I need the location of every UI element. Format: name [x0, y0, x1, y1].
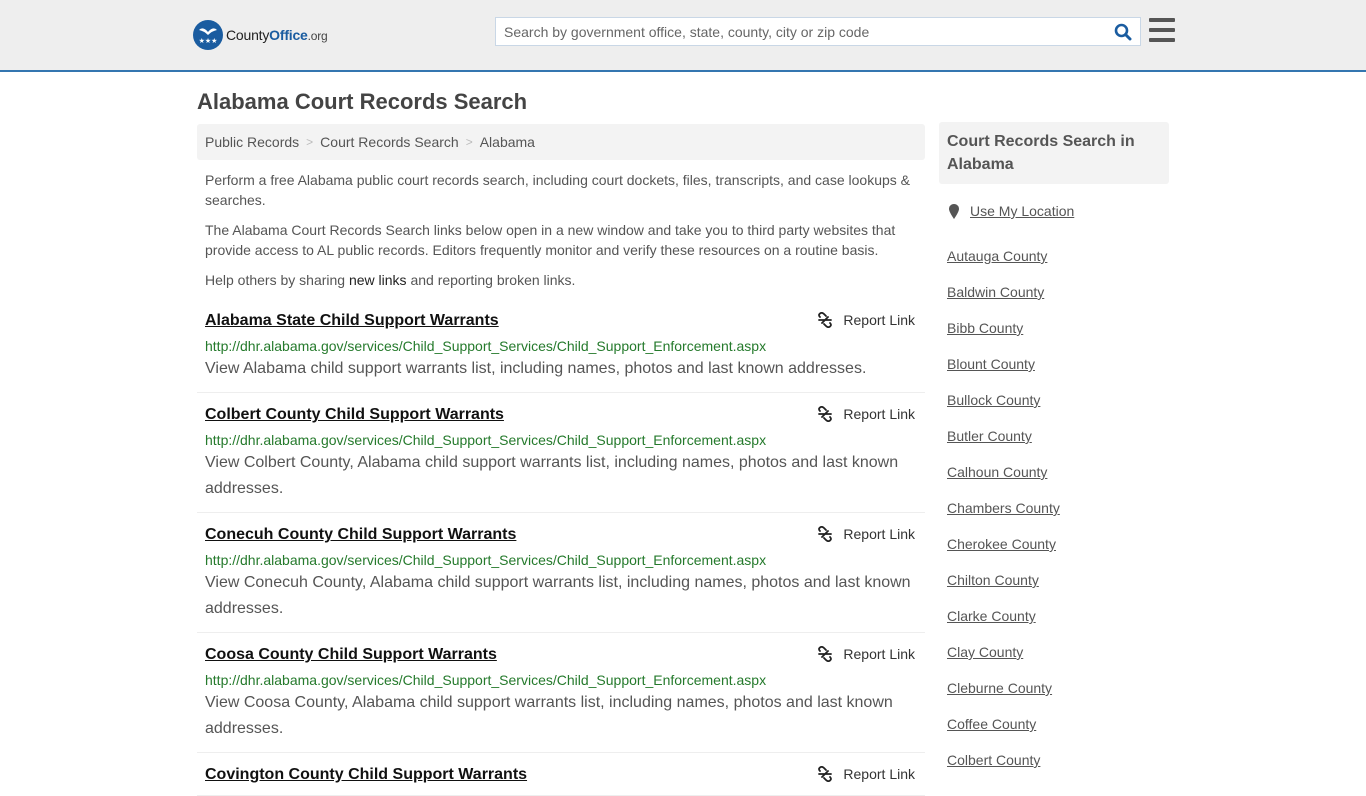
site-logo[interactable]: ★★★ CountyOffice.org: [193, 20, 328, 50]
sidebar-item-county[interactable]: Bullock County: [947, 382, 1161, 418]
help-paragraph: Help others by sharing new links and rep…: [205, 272, 576, 288]
results-list: Alabama State Child Support Warrants Rep…: [197, 307, 925, 796]
result-item: Alabama State Child Support Warrants Rep…: [197, 307, 925, 393]
use-my-location[interactable]: Use My Location: [947, 202, 1161, 220]
chevron-right-icon: >: [465, 135, 473, 149]
chevron-right-icon: >: [306, 135, 314, 149]
sidebar-item-county[interactable]: Cherokee County: [947, 526, 1161, 562]
map-pin-icon: [949, 203, 959, 219]
breadcrumb: Public Records > Court Records Search > …: [197, 124, 925, 160]
svg-text:★★★: ★★★: [199, 37, 218, 45]
sidebar-item-county[interactable]: Chilton County: [947, 562, 1161, 598]
broken-link-icon: [818, 526, 833, 542]
hamburger-menu-icon[interactable]: [1149, 18, 1175, 42]
result-title-link[interactable]: Alabama State Child Support Warrants: [205, 311, 499, 331]
breadcrumb-alabama: Alabama: [479, 134, 535, 150]
result-title-link[interactable]: Conecuh County Child Support Warrants: [205, 525, 516, 545]
sidebar-item-county[interactable]: Chambers County: [947, 490, 1161, 526]
result-url: http://dhr.alabama.gov/services/Child_Su…: [205, 552, 767, 568]
result-description: View Coosa County, Alabama child support…: [205, 694, 893, 737]
result-description: View Alabama child support warrants list…: [205, 360, 867, 377]
intro-paragraph: Perform a free Alabama public court reco…: [205, 172, 911, 208]
sidebar-item-county[interactable]: Colbert County: [947, 742, 1161, 778]
sidebar: Court Records Search in Alabama Use My L…: [939, 122, 1169, 778]
result-title-link[interactable]: Coosa County Child Support Warrants: [205, 645, 497, 665]
result-item: Coosa County Child Support Warrants Repo…: [197, 633, 925, 753]
use-my-location-link[interactable]: Use My Location: [970, 203, 1074, 219]
search-icon: [1114, 23, 1132, 40]
broken-link-icon: [818, 312, 833, 328]
broken-link-icon: [818, 766, 833, 782]
sidebar-item-county[interactable]: Blount County: [947, 346, 1161, 382]
result-url: http://dhr.alabama.gov/services/Child_Su…: [205, 672, 767, 688]
sidebar-heading: Court Records Search in Alabama: [939, 122, 1169, 184]
sidebar-item-county[interactable]: Coffee County: [947, 706, 1161, 742]
broken-link-icon: [818, 406, 833, 422]
result-item: Covington County Child Support Warrants …: [197, 753, 925, 796]
logo-wordmark: CountyOffice.org: [226, 27, 328, 43]
search-box: [495, 17, 1141, 46]
sidebar-item-county[interactable]: Butler County: [947, 418, 1161, 454]
search-button[interactable]: [1106, 18, 1140, 45]
result-url: http://dhr.alabama.gov/services/Child_Su…: [205, 432, 767, 448]
result-description: View Colbert County, Alabama child suppo…: [205, 454, 899, 497]
sidebar-item-county[interactable]: Cleburne County: [947, 670, 1161, 706]
report-link-button[interactable]: Report Link: [817, 312, 915, 328]
intro-paragraph: The Alabama Court Records Search links b…: [205, 222, 896, 258]
eagle-stars-logo-icon: ★★★: [193, 20, 223, 50]
report-link-button[interactable]: Report Link: [817, 646, 915, 662]
site-header: ★★★ CountyOffice.org: [0, 0, 1366, 72]
result-item: Colbert County Child Support Warrants Re…: [197, 393, 925, 513]
sidebar-item-county[interactable]: Bibb County: [947, 310, 1161, 346]
result-url: http://dhr.alabama.gov/services/Child_Su…: [205, 338, 767, 354]
report-link-button[interactable]: Report Link: [817, 526, 915, 542]
sidebar-item-county[interactable]: Clarke County: [947, 598, 1161, 634]
sidebar-item-county[interactable]: Clay County: [947, 634, 1161, 670]
sidebar-item-county[interactable]: Calhoun County: [947, 454, 1161, 490]
report-link-button[interactable]: Report Link: [817, 766, 915, 782]
report-link-button[interactable]: Report Link: [817, 406, 915, 422]
breadcrumb-public-records[interactable]: Public Records: [205, 134, 299, 150]
result-title-link[interactable]: Covington County Child Support Warrants: [205, 765, 527, 785]
county-list: Use My Location Autauga County Baldwin C…: [939, 202, 1169, 778]
page-title: Alabama Court Records Search: [197, 89, 528, 114]
result-title-link[interactable]: Colbert County Child Support Warrants: [205, 405, 504, 425]
breadcrumb-court-records-search[interactable]: Court Records Search: [320, 134, 459, 150]
sidebar-item-county[interactable]: Autauga County: [947, 238, 1161, 274]
result-description: View Conecuh County, Alabama child suppo…: [205, 574, 911, 617]
intro-text: Perform a free Alabama public court reco…: [205, 170, 920, 300]
search-input[interactable]: [496, 18, 1106, 45]
new-links-link[interactable]: new links: [349, 272, 407, 288]
sidebar-item-county[interactable]: Baldwin County: [947, 274, 1161, 310]
broken-link-icon: [818, 646, 833, 662]
result-item: Conecuh County Child Support Warrants Re…: [197, 513, 925, 633]
